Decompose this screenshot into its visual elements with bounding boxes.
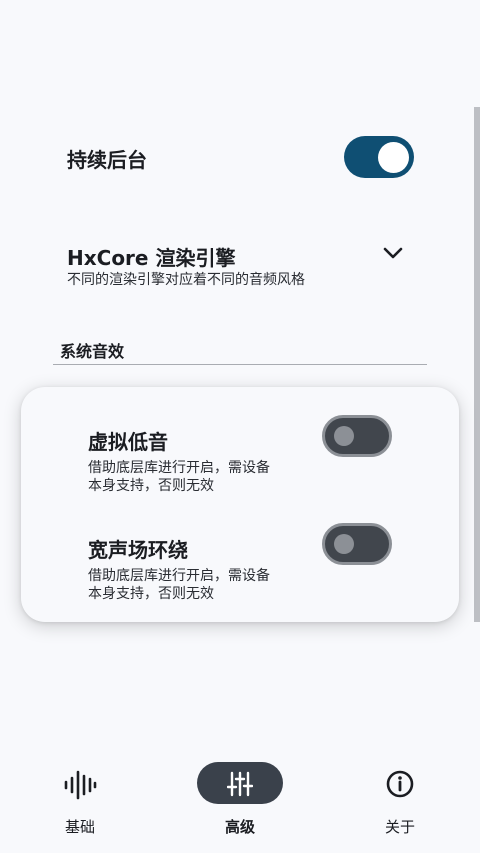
system-effects-header: 系统音效: [60, 342, 125, 361]
virtual-bass-description-1: 借助底层库进行开启，需设备: [88, 460, 270, 476]
surround-title: 宽声场环绕: [88, 538, 188, 562]
nav-item-advanced[interactable]: 高级: [210, 762, 270, 842]
virtual-bass-description-2: 本身支持，否则无效: [88, 478, 214, 494]
keep-background-title: 持续后台: [67, 148, 147, 172]
chevron-down-icon[interactable]: [380, 240, 406, 266]
section-divider: [53, 364, 427, 365]
render-engine-description: 不同的渲染引擎对应着不同的音频风格: [67, 272, 305, 288]
sliders-icon: [226, 771, 254, 797]
nav-item-basic[interactable]: 基础: [50, 762, 110, 842]
waveform-icon: [63, 768, 97, 802]
scrollbar[interactable]: [474, 107, 480, 622]
nav-item-about[interactable]: 关于: [370, 762, 430, 842]
info-icon: [385, 769, 415, 799]
nav-label-about: 关于: [384, 818, 415, 836]
surround-description-2: 本身支持，否则无效: [88, 586, 214, 602]
nav-label-advanced: 高级: [224, 818, 255, 836]
keep-background-switch[interactable]: [344, 136, 414, 178]
nav-label-basic: 基础: [64, 818, 95, 836]
effects-card: [21, 387, 459, 622]
surround-switch[interactable]: [322, 523, 392, 565]
virtual-bass-switch[interactable]: [322, 415, 392, 457]
virtual-bass-title: 虚拟低音: [88, 430, 168, 454]
switch-knob: [334, 426, 354, 446]
advanced-settings-screen: 持续后台 HxCore 渲染引擎 不同的渲染引擎对应着不同的音频风格 系统音效 …: [0, 0, 480, 853]
switch-knob: [334, 534, 354, 554]
surround-description-1: 借助底层库进行开启，需设备: [88, 568, 270, 584]
switch-knob: [378, 141, 409, 173]
render-engine-title: HxCore 渲染引擎: [67, 246, 236, 270]
